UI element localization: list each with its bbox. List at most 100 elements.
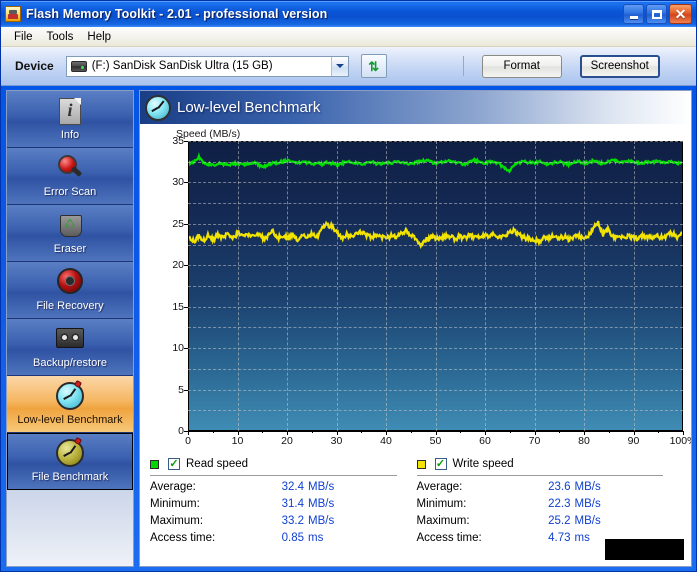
x-axis-tick-label: 50 xyxy=(429,435,442,447)
read-speed-legend: ✓ Read speed xyxy=(150,456,403,472)
stat-value: 31.4 xyxy=(281,498,304,510)
stat-key: Average: xyxy=(150,481,196,493)
maximize-icon xyxy=(651,9,662,19)
sidebar-item-low-level-benchmark[interactable]: Low-level Benchmark xyxy=(7,376,133,433)
write-speed-column: ✓ Write speed Average: 23.6 MB/s Minimum… xyxy=(416,456,684,566)
stat-row: Maximum: 33.2 MB/s xyxy=(150,515,403,532)
stat-row: Minimum: 22.3 MB/s xyxy=(417,498,670,515)
sidebar-item-backup-restore[interactable]: Backup/restore xyxy=(7,319,133,376)
sidebar-item-label: File Recovery xyxy=(36,300,104,312)
stat-value: 0.85 xyxy=(281,532,304,544)
screenshot-button[interactable]: Screenshot xyxy=(579,54,660,78)
page-title: Low-level Benchmark xyxy=(177,99,321,116)
content-panel: Low-level Benchmark Speed (MB/s) 0 5 10 15 2… xyxy=(139,90,692,567)
menu-item-help[interactable]: Help xyxy=(80,29,118,45)
read-speed-label: Read speed xyxy=(186,458,249,470)
menu-bar: File Tools Help xyxy=(1,27,696,47)
write-color-swatch xyxy=(416,459,426,469)
device-select[interactable]: (F:) SanDisk SanDisk Ultra (15 GB) xyxy=(65,55,349,77)
app-flash-icon xyxy=(5,6,21,22)
minimize-button[interactable] xyxy=(623,4,644,24)
y-axis-tick-label: 35 xyxy=(172,135,184,147)
content-header: Low-level Benchmark xyxy=(140,91,691,124)
x-axis-tick-label: 80 xyxy=(578,435,590,447)
chart-plot-background xyxy=(188,141,683,431)
sidebar-item-label: Low-level Benchmark xyxy=(17,414,123,426)
maximize-button[interactable] xyxy=(646,4,667,24)
device-selected-value: (F:) SanDisk SanDisk Ultra (15 GB) xyxy=(91,60,273,72)
y-axis-tick xyxy=(184,182,188,184)
x-axis-tick-label: 20 xyxy=(281,435,293,447)
divider xyxy=(416,475,663,476)
stat-row: Average: 23.6 MB/s xyxy=(417,481,670,498)
stat-unit: MB/s xyxy=(308,498,335,510)
device-label: Device xyxy=(15,59,54,73)
toolbar-separator xyxy=(462,56,464,76)
menu-item-file[interactable]: File xyxy=(7,29,40,45)
benchmark-chart: Speed (MB/s) 0 5 10 15 20 25 30 35 0 10 20 30 40 50 60… xyxy=(140,124,691,566)
stat-key: Access time: xyxy=(416,532,482,544)
magnifier-icon xyxy=(55,154,85,184)
read-speed-line xyxy=(189,156,682,172)
close-icon: ✕ xyxy=(674,5,687,22)
chart-plot-area: 0 5 10 15 20 25 30 35 0 10 20 30 40 50 60 70 80 90 100% xyxy=(172,135,691,447)
x-axis-tick-label: 30 xyxy=(330,435,343,447)
x-axis-tick-label: 90 xyxy=(627,435,640,447)
sidebar-item-file-benchmark[interactable]: File Benchmark xyxy=(7,433,133,490)
title-bar: Flash Memory Toolkit - 2.01 - profession… xyxy=(1,1,696,27)
minimize-icon xyxy=(629,15,638,19)
y-axis-tick-label: 15 xyxy=(172,300,184,313)
stat-row: Access time: 0.85 ms xyxy=(150,532,403,549)
stat-key: Maximum: xyxy=(150,515,204,527)
sidebar-item-file-recovery[interactable]: File Recovery xyxy=(7,262,133,319)
x-axis-tick-label: 40 xyxy=(380,435,392,447)
menu-item-tools[interactable]: Tools xyxy=(40,29,81,45)
stat-unit: ms xyxy=(308,532,324,544)
y-axis-tick xyxy=(184,141,188,142)
y-axis-tick-label: 0 xyxy=(178,425,184,437)
stat-key: Maximum: xyxy=(416,515,470,527)
sidebar-item-label: Error Scan xyxy=(43,186,97,198)
chevron-down-icon[interactable] xyxy=(330,56,348,76)
write-speed-legend: ✓ Write speed xyxy=(416,456,670,472)
write-speed-checkbox[interactable]: ✓ xyxy=(434,458,447,470)
device-toolbar: Device (F:) SanDisk SanDisk Ultra (15 GB… xyxy=(1,47,696,86)
sidebar-item-eraser[interactable]: Eraser xyxy=(7,205,133,262)
format-button[interactable]: Format xyxy=(481,54,562,78)
lifebuoy-icon xyxy=(55,268,85,298)
checkmark-icon: ✓ xyxy=(169,458,179,470)
window-controls: ✕ xyxy=(623,4,692,24)
read-speed-checkbox[interactable]: ✓ xyxy=(168,458,180,470)
chart-x-axis-line xyxy=(188,431,683,432)
stat-row: Minimum: 31.4 MB/s xyxy=(150,498,403,515)
stat-row: Maximum: 25.2 MB/s xyxy=(417,515,670,532)
stat-value: 4.73 xyxy=(548,532,571,544)
stat-unit: ms xyxy=(574,532,590,544)
drive-icon xyxy=(70,60,87,72)
x-axis-tick-label: 100% xyxy=(669,435,691,447)
checkmark-icon: ✓ xyxy=(435,458,446,470)
sidebar-item-info[interactable]: Info xyxy=(7,91,133,148)
stat-value: 23.6 xyxy=(548,481,571,493)
refresh-button[interactable]: ⇅ xyxy=(360,54,387,78)
sidebar: Info Error Scan Eraser File Recovery Bac… xyxy=(6,90,134,567)
stat-key: Average: xyxy=(416,481,463,493)
stat-value: 33.2 xyxy=(281,515,304,527)
y-axis-tick xyxy=(184,389,188,391)
y-axis-tick xyxy=(184,223,188,225)
stat-unit: MB/s xyxy=(574,515,601,527)
stat-key: Access time: xyxy=(150,532,216,544)
x-axis-tick-label: 0 xyxy=(185,435,191,447)
sidebar-item-label: File Benchmark xyxy=(31,471,109,483)
stopwatch-cyan-icon xyxy=(55,379,85,412)
sidebar-item-error-scan[interactable]: Error Scan xyxy=(7,148,133,205)
benchmark-stats: ✓ Read speed Average: 32.4 MB/s Minimum: xyxy=(140,456,691,566)
sidebar-item-label: Backup/restore xyxy=(33,357,107,369)
sidebar-item-label: Eraser xyxy=(53,243,87,255)
tape-cassette-icon xyxy=(55,325,85,355)
stat-unit: MB/s xyxy=(574,481,601,493)
trash-recycle-icon xyxy=(55,211,85,241)
close-button[interactable]: ✕ xyxy=(669,4,692,24)
stat-unit: MB/s xyxy=(308,515,335,527)
stat-unit: MB/s xyxy=(308,481,335,493)
